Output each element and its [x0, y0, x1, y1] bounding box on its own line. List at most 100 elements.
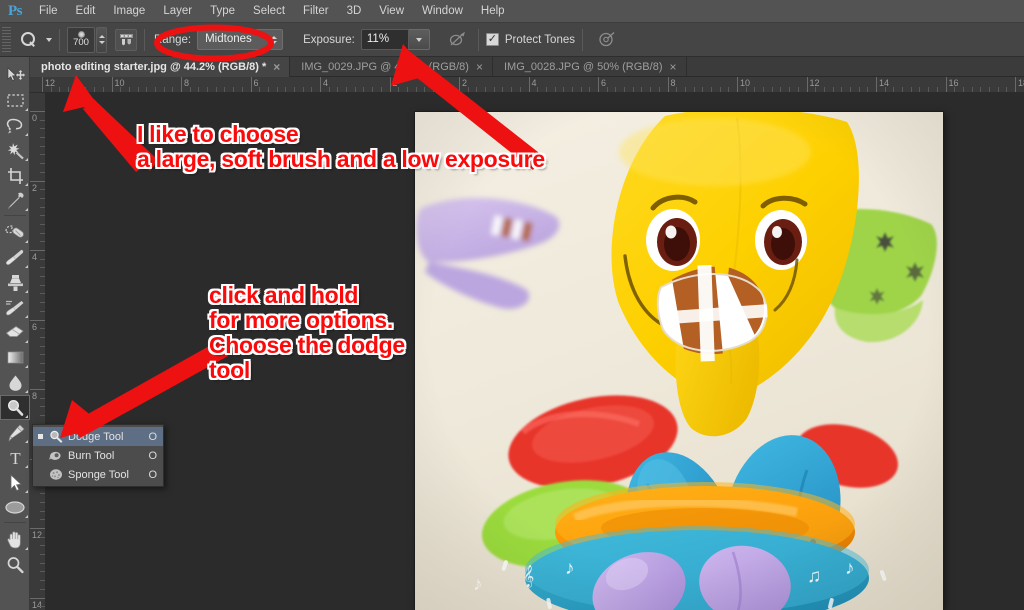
brush-panel-toggle-icon[interactable] [115, 28, 137, 51]
dodge-tool[interactable] [0, 395, 30, 420]
ruler-minor-tick [884, 87, 886, 92]
close-icon[interactable]: × [273, 61, 280, 73]
menu-select[interactable]: Select [244, 0, 294, 23]
ruler-minor-tick [85, 87, 87, 92]
range-select[interactable]: Midtones [197, 29, 284, 50]
ruler-minor-tick [40, 510, 45, 512]
close-icon[interactable]: × [476, 61, 483, 73]
zoom-tool[interactable] [0, 552, 30, 577]
ruler-minor-tick [40, 302, 45, 304]
ruler-minor-tick [76, 87, 78, 92]
dodge-tool-icon[interactable] [15, 27, 41, 53]
ruler-minor-tick [763, 87, 765, 92]
hand-tool[interactable] [0, 527, 30, 552]
flyout-item-dodge-tool[interactable]: Dodge Tool O [33, 427, 163, 446]
menu-layer[interactable]: Layer [154, 0, 201, 23]
eyedropper-tool[interactable] [0, 188, 30, 213]
pen-tool[interactable] [0, 420, 30, 445]
protect-tones-checkbox[interactable]: ✓ Protect Tones [485, 33, 575, 46]
ruler-major-tick [30, 528, 45, 529]
ruler-minor-tick [441, 87, 443, 92]
ruler-minor-tick [146, 87, 148, 92]
ruler-minor-tick [259, 87, 261, 92]
menu-window[interactable]: Window [413, 0, 472, 23]
sponge-tool-icon [46, 468, 65, 481]
document-canvas[interactable]: 𝄞 ♪ ♫ ♪ ♫ ♪ ♪ [415, 112, 943, 610]
vertical-ruler[interactable]: 02468101214 [30, 93, 46, 610]
history-brush-tool[interactable] [0, 295, 30, 320]
tool-preset-chevron-down-icon[interactable] [46, 37, 52, 42]
tab-label: IMG_0029.JPG @ 44.2% (RGB/8) [301, 61, 469, 73]
tab-img-0029[interactable]: IMG_0029.JPG @ 44.2% (RGB/8) × [290, 57, 493, 77]
dodge-tool-flyout-menu[interactable]: Dodge Tool O Burn Tool O Sponge Tool O [32, 424, 164, 487]
ruler-major-tick [667, 77, 669, 92]
type-tool[interactable]: T [0, 445, 30, 470]
magic-wand-tool[interactable] [0, 138, 30, 163]
gradient-tool[interactable] [0, 345, 30, 370]
ruler-minor-tick [40, 128, 45, 130]
lasso-tool[interactable] [0, 113, 30, 138]
menu-image[interactable]: Image [104, 0, 154, 23]
options-bar-grip[interactable] [2, 26, 11, 53]
exposure-input[interactable]: 11% [360, 29, 409, 50]
ruler-minor-tick [40, 328, 45, 330]
clone-stamp-tool[interactable] [0, 270, 30, 295]
menu-edit[interactable]: Edit [67, 0, 105, 23]
ruler-minor-tick [902, 87, 904, 92]
ruler-minor-tick [40, 406, 45, 408]
photoshop-window: Ps File Edit Image Layer Type Select Fil… [0, 0, 1024, 610]
menu-file[interactable]: File [30, 0, 67, 23]
ruler-major-tick [528, 77, 530, 92]
ruler-minor-tick [40, 189, 45, 191]
ruler-minor-tick [589, 87, 591, 92]
menu-help[interactable]: Help [472, 0, 514, 23]
ruler-minor-tick [363, 87, 365, 92]
ruler-minor-tick [476, 87, 478, 92]
flyout-item-sponge-tool[interactable]: Sponge Tool O [33, 465, 163, 484]
ruler-minor-tick [632, 87, 634, 92]
ruler-minor-tick [40, 397, 45, 399]
ruler-minor-tick [789, 87, 791, 92]
ellipse-shape-tool[interactable] [0, 495, 30, 520]
ruler-minor-tick [198, 87, 200, 92]
path-selection-tool[interactable] [0, 470, 30, 495]
tab-photo-editing-starter[interactable]: photo editing starter.jpg @ 44.2% (RGB/8… [30, 57, 291, 77]
horizontal-ruler[interactable]: 1210864224681012141618 [30, 77, 1024, 93]
rectangular-marquee-tool[interactable] [0, 88, 30, 113]
menu-filter[interactable]: Filter [294, 0, 338, 23]
ruler-minor-tick [40, 519, 45, 521]
brush-preset-picker[interactable]: 700 [67, 26, 95, 53]
svg-text:T: T [10, 449, 21, 467]
move-tool[interactable] [0, 63, 30, 88]
tablet-pressure-exposure-icon[interactable] [445, 27, 471, 53]
ruler-minor-tick [40, 215, 45, 217]
airbrush-icon[interactable] [594, 27, 620, 53]
ruler-minor-tick [823, 87, 825, 92]
brush-size-stepper[interactable] [96, 26, 107, 53]
menu-3d[interactable]: 3D [338, 0, 371, 23]
ruler-minor-tick [684, 87, 686, 92]
ruler-minor-tick [233, 87, 235, 92]
ruler-minor-tick [40, 493, 45, 495]
ruler-minor-tick [780, 87, 782, 92]
ruler-minor-tick [128, 87, 130, 92]
menu-view[interactable]: View [370, 0, 413, 23]
menu-type[interactable]: Type [201, 0, 244, 23]
close-icon[interactable]: × [670, 61, 677, 73]
crop-tool[interactable] [0, 163, 30, 188]
blur-tool[interactable] [0, 370, 30, 395]
flyout-item-burn-tool[interactable]: Burn Tool O [33, 446, 163, 465]
selected-bullet-icon [37, 433, 44, 440]
ruler-tick-label: 14 [32, 599, 43, 610]
spot-healing-brush-tool[interactable] [0, 220, 30, 245]
tab-img-0028[interactable]: IMG_0028.JPG @ 50% (RGB/8) × [493, 57, 687, 77]
ruler-major-tick [806, 77, 808, 92]
eraser-tool[interactable] [0, 320, 30, 345]
brush-tool[interactable] [0, 245, 30, 270]
ruler-tick-label: 0 [32, 113, 38, 123]
exposure-dropdown-button[interactable] [408, 29, 430, 50]
annotation-dodge-tool: click and hold for more options. Choose … [209, 282, 405, 383]
ruler-minor-tick [606, 87, 608, 92]
ruler-tick-label: 6 [32, 321, 38, 332]
ruler-major-tick [945, 77, 947, 92]
